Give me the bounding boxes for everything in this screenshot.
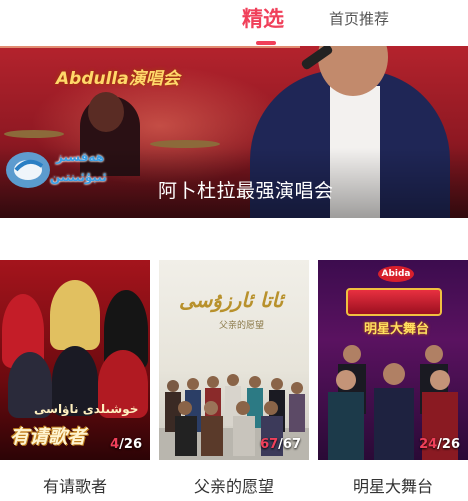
- program-card[interactable]: ئاتا ئارزۇسى 父亲的愿望 67/67 父亲的愿望: [159, 260, 309, 497]
- episode-total: /67: [278, 437, 301, 452]
- episode-count: 67/67: [260, 437, 301, 452]
- program-title[interactable]: 明星大舞台: [318, 473, 468, 497]
- poster-title: ئاتا ئارزۇسى: [179, 288, 284, 312]
- poster-banner-graphic: [346, 288, 442, 316]
- banner-brand-text: Abdulla演唱会: [56, 69, 180, 89]
- episode-current: 4: [110, 437, 120, 452]
- episode-count: 24/26: [419, 437, 460, 452]
- program-card[interactable]: خوشىلدى ناۋاسى 有请歌者 4/26 有请歌者: [0, 260, 150, 497]
- performer-figure: [50, 280, 100, 350]
- program-title[interactable]: 父亲的愿望: [159, 473, 309, 497]
- program-card[interactable]: Abida 明星大舞台 24/26 明星大舞台: [318, 260, 468, 497]
- poster-subtitle: 父亲的愿望: [219, 321, 265, 331]
- episode-current: 67: [260, 437, 279, 452]
- tab-selected[interactable]: 精选: [242, 4, 284, 34]
- drummer-head: [88, 92, 124, 132]
- program-poster[interactable]: خوشىلدى ناۋاسى 有请歌者 4/26: [0, 260, 150, 460]
- featured-banner[interactable]: Abdulla演唱会 ھەقسىز ئىبۇئىنتىن 阿卜杜拉最强演唱会: [0, 46, 468, 218]
- cymbal-image: [4, 130, 64, 138]
- episode-current: 24: [419, 437, 438, 452]
- tab-homepage-recommend[interactable]: 首页推荐: [329, 4, 389, 34]
- poster-title: 有请歌者: [10, 426, 87, 448]
- poster-subtitle: خوشىلدى ناۋاسى: [34, 402, 139, 416]
- poster-logo: Abida: [378, 266, 414, 282]
- program-poster[interactable]: Abida 明星大舞台 24/26: [318, 260, 468, 460]
- banner-title: 阿卜杜拉最强演唱会: [158, 180, 334, 202]
- episode-total: /26: [119, 437, 142, 452]
- episode-count: 4/26: [110, 437, 142, 452]
- channel-watermark: ھەقسىز ئىبۇئىنتىن: [2, 144, 107, 198]
- program-title[interactable]: 有请歌者: [0, 473, 150, 497]
- tab-active-indicator: [256, 41, 276, 45]
- episode-total: /26: [437, 437, 460, 452]
- cymbal-image: [150, 140, 220, 148]
- watermark-text: ئىبۇئىنتىن: [50, 170, 107, 184]
- banner-light-streak: [0, 46, 300, 48]
- watermark-text: ھەقسىز: [56, 150, 105, 164]
- program-poster[interactable]: ئاتا ئارزۇسى 父亲的愿望 67/67: [159, 260, 309, 460]
- top-tab-bar: 精选 首页推荐: [0, 0, 468, 46]
- poster-subtitle: 明星大舞台: [364, 322, 430, 337]
